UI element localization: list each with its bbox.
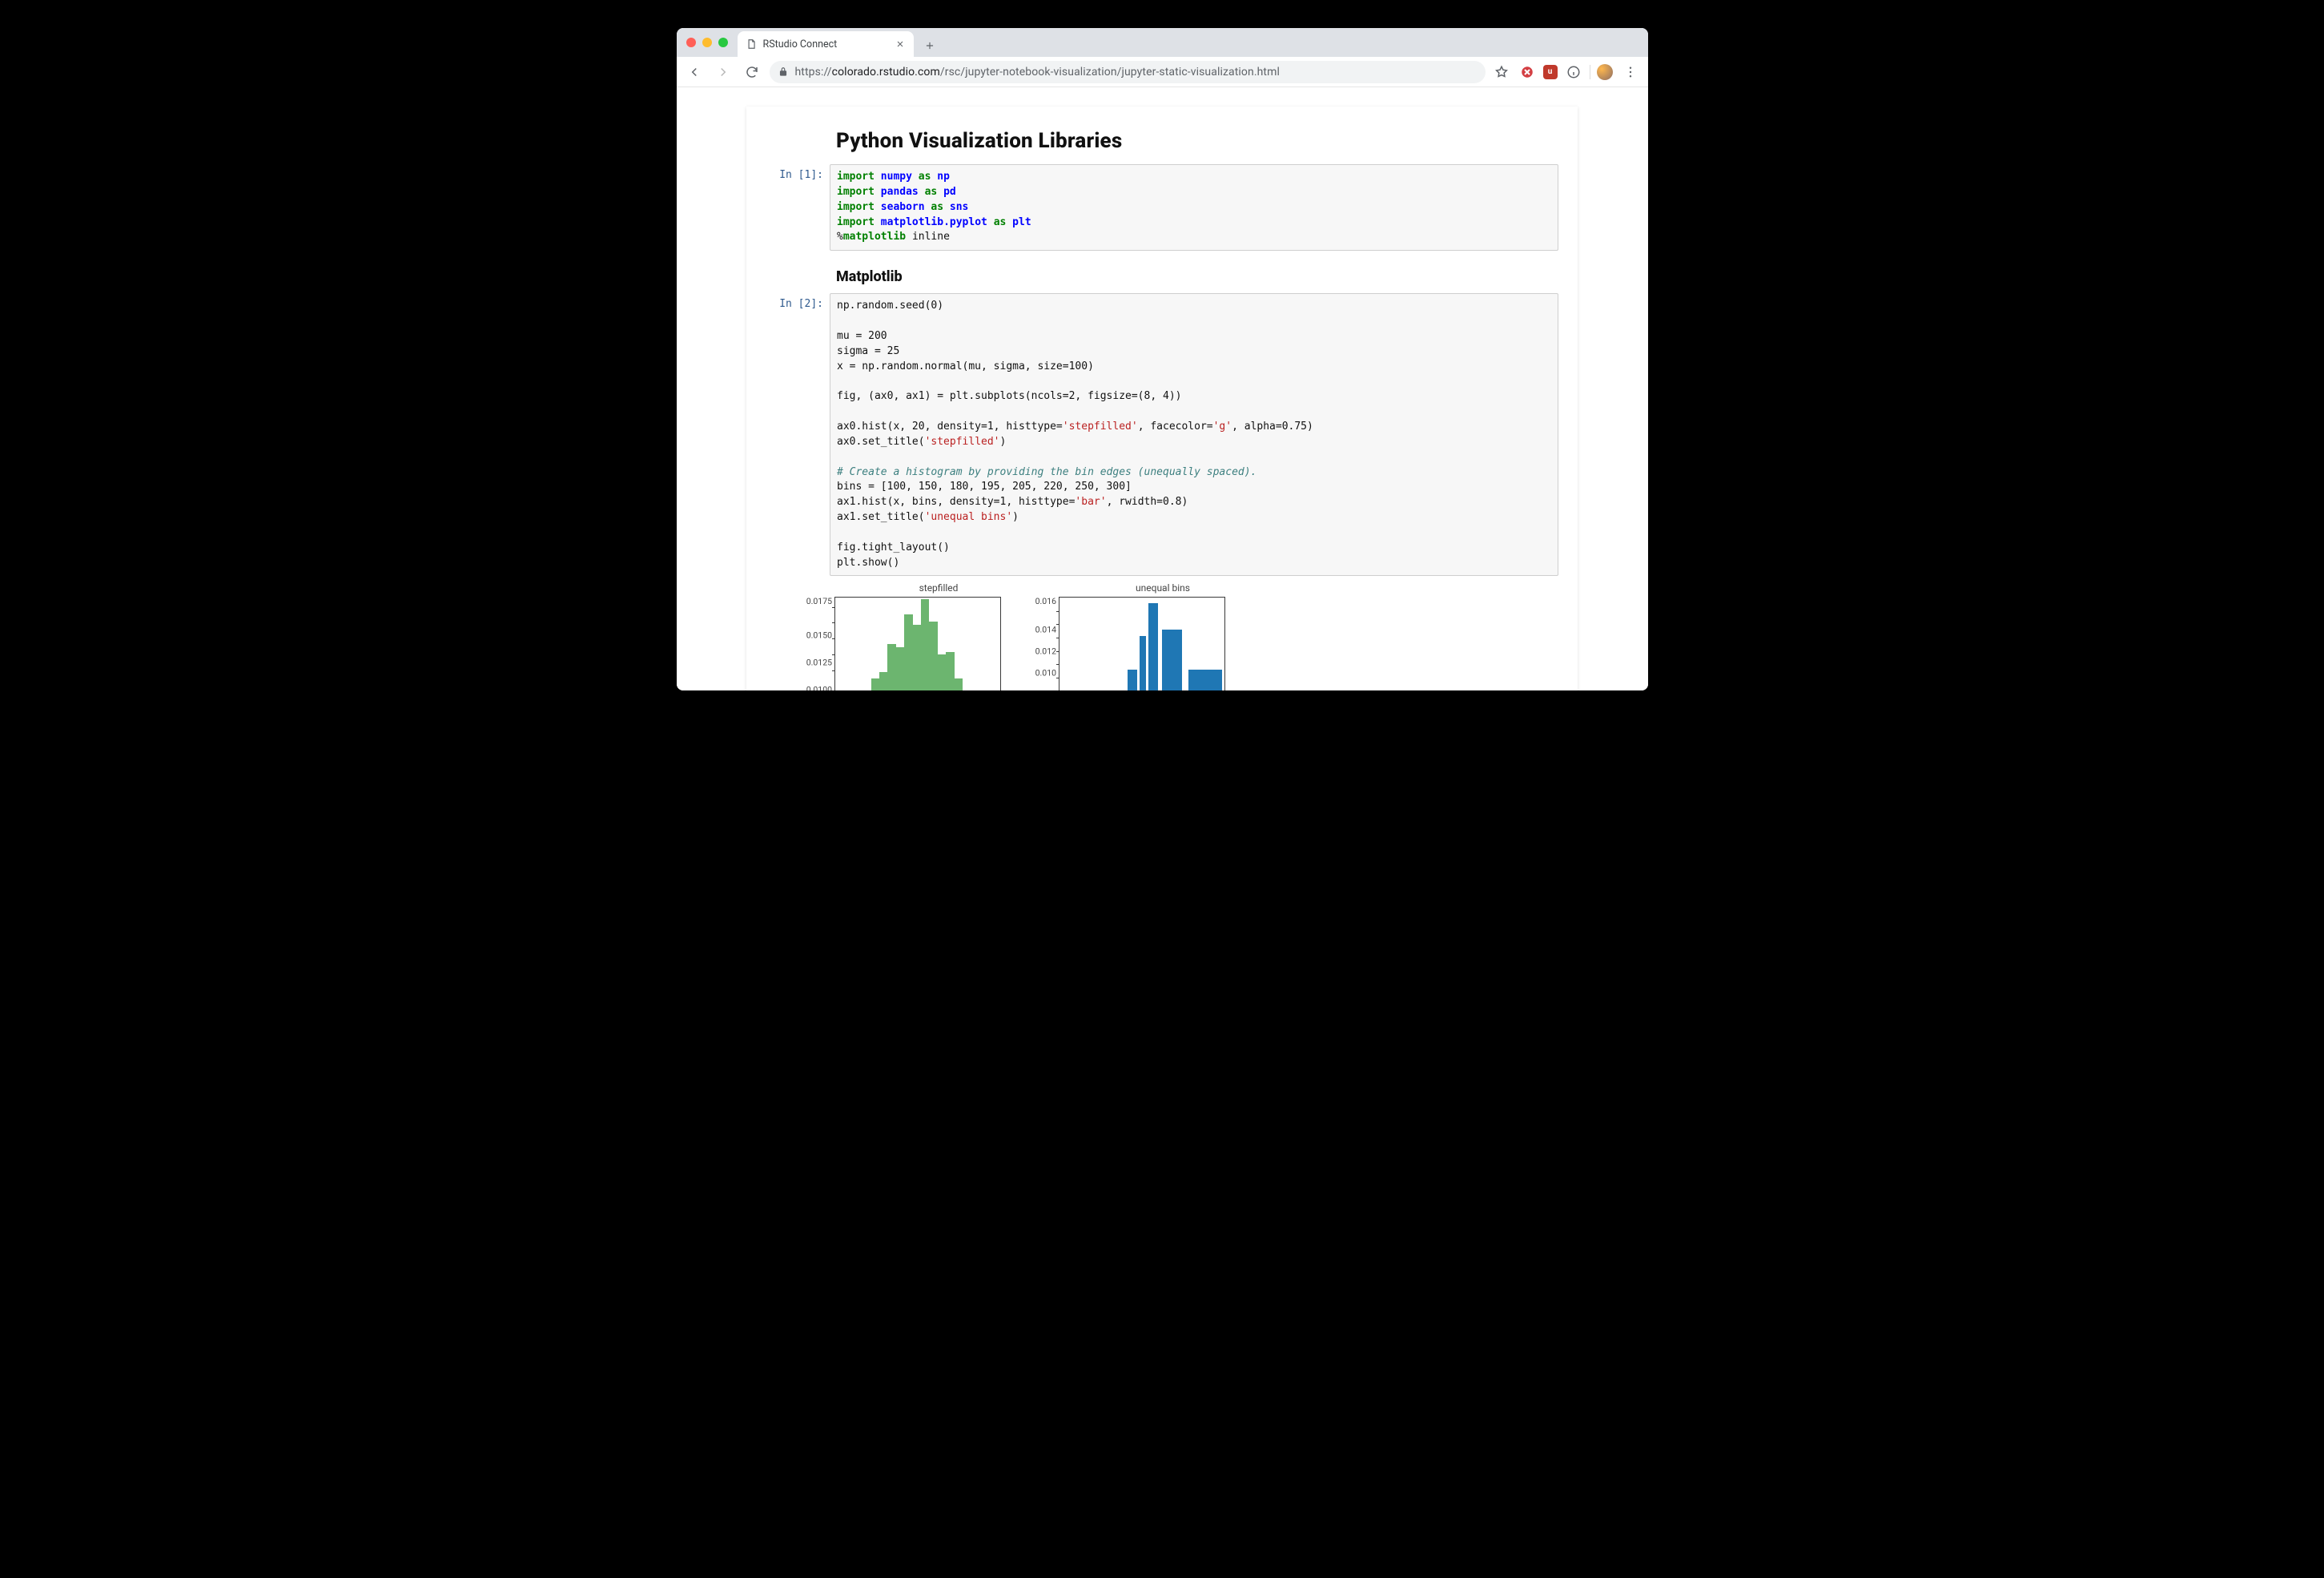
plot-title: unequal bins (1059, 582, 1267, 594)
reload-button[interactable] (741, 61, 763, 83)
maximize-window-button[interactable] (718, 38, 728, 47)
plot-axes: 0.01750.01500.01250.01000.0075 (834, 597, 1001, 690)
plot-title: stepfilled (834, 582, 1043, 594)
code-block: import numpy as np import pandas as pd i… (830, 164, 1558, 251)
code-block: np.random.seed(0) mu = 200 sigma = 25 x … (830, 293, 1558, 576)
plot-bars (835, 598, 1000, 690)
code-cell: In [2]: np.random.seed(0) mu = 200 sigma… (766, 293, 1558, 576)
page-title: Python Visualization Libraries (836, 129, 1558, 153)
section-heading: Matplotlib (836, 268, 1558, 285)
y-tick-labels: 0.0160.0140.0120.0100.0080.006 (1019, 598, 1056, 690)
url-host: colorado.rstudio.com (832, 66, 940, 78)
page-icon (746, 38, 757, 50)
y-tick-labels: 0.01750.01500.01250.01000.0075 (795, 598, 832, 690)
address-bar[interactable]: https://colorado.rstudio.com/rsc/jupyter… (770, 61, 1486, 83)
window-controls (685, 28, 733, 57)
new-tab-button[interactable] (919, 34, 941, 57)
close-tab-icon[interactable] (895, 38, 906, 50)
tab-strip: RStudio Connect (677, 28, 1648, 57)
minimize-window-button[interactable] (702, 38, 712, 47)
cell-prompt: In [2]: (766, 293, 830, 576)
close-window-button[interactable] (686, 38, 696, 47)
menu-button[interactable] (1619, 61, 1642, 83)
tab-title: RStudio Connect (763, 38, 838, 50)
plot-output: stepfilled 0.01750.01500.01250.01000.007… (834, 582, 1558, 690)
plot-bars (1059, 598, 1224, 690)
browser-window: RStudio Connect (677, 28, 1648, 690)
profile-avatar[interactable] (1597, 64, 1613, 80)
page-content[interactable]: Python Visualization Libraries In [1]: i… (677, 87, 1648, 690)
url-scheme: https:// (795, 66, 832, 78)
lock-icon (778, 66, 789, 78)
plot-panel-right: unequal bins 0.0160.0140.0120.0100.0080.… (1059, 582, 1267, 690)
plot-axes: 0.0160.0140.0120.0100.0080.006 (1059, 597, 1225, 690)
forward-button[interactable] (712, 61, 734, 83)
extension-icon[interactable] (1518, 62, 1537, 82)
url-path: /rsc/jupyter-notebook-visualization/jupy… (940, 66, 1280, 78)
bookmark-star-icon[interactable] (1492, 62, 1511, 82)
cell-prompt: In [1]: (766, 164, 830, 251)
code-cell: In [1]: import numpy as np import pandas… (766, 164, 1558, 251)
info-icon[interactable] (1564, 62, 1583, 82)
plot-panel-left: stepfilled 0.01750.01500.01250.01000.007… (834, 582, 1043, 690)
back-button[interactable] (683, 61, 706, 83)
tab-active[interactable]: RStudio Connect (738, 31, 914, 57)
notebook-page: Python Visualization Libraries In [1]: i… (746, 107, 1578, 690)
ublock-icon[interactable]: u (1543, 65, 1558, 79)
toolbar: https://colorado.rstudio.com/rsc/jupyter… (677, 57, 1648, 87)
url-text: https://colorado.rstudio.com/rsc/jupyter… (795, 66, 1281, 78)
